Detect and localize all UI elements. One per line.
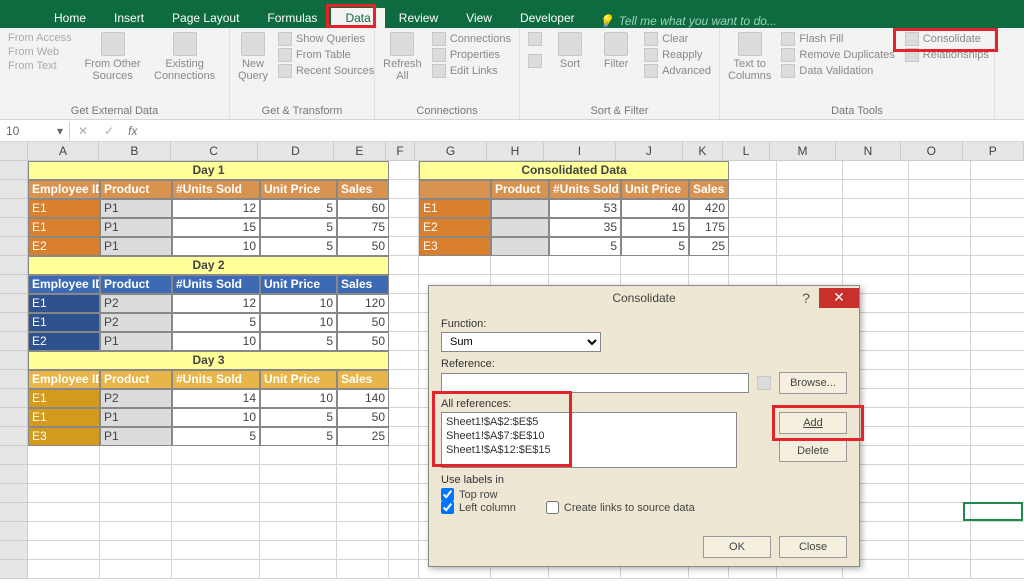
consolidate-dialog: Consolidate ? ✕ Function: Sum Reference:… [428, 285, 860, 567]
filter-icon [604, 32, 628, 56]
from-web-button[interactable]: From Web [8, 46, 72, 58]
from-other-sources-button[interactable]: From Other Sources [82, 32, 144, 82]
sort-icon [558, 32, 582, 56]
refresh-icon [390, 32, 414, 56]
dialog-close-button[interactable]: ✕ [819, 288, 859, 308]
group-label-sortfilter: Sort & Filter [528, 105, 711, 117]
group-label-transform: Get & Transform [238, 105, 366, 117]
tab-home[interactable]: Home [40, 8, 100, 28]
connections-button[interactable]: Connections [432, 32, 511, 46]
tab-insert[interactable]: Insert [100, 8, 158, 28]
group-label-datatools: Data Tools [728, 105, 986, 117]
chevron-down-icon: ▾ [57, 124, 63, 138]
tell-me-text: Tell me what you want to do... [619, 14, 777, 28]
browse-button[interactable]: Browse... [779, 372, 847, 394]
lightbulb-icon: 💡 [599, 14, 614, 28]
name-box[interactable]: 10▾ [0, 122, 70, 140]
tab-formulas[interactable]: Formulas [253, 8, 331, 28]
close-button[interactable]: Close [779, 536, 847, 558]
reapply-button[interactable]: Reapply [644, 48, 711, 62]
range-picker-icon[interactable] [757, 376, 771, 390]
delete-button[interactable]: Delete [779, 440, 847, 462]
from-table-button[interactable]: From Table [278, 48, 374, 62]
sort-asc-icon[interactable] [528, 32, 542, 46]
fx-icon[interactable]: fx [122, 124, 143, 138]
consolidate-button[interactable]: Consolidate [905, 32, 989, 46]
reference-label: Reference: [441, 358, 847, 370]
from-text-button[interactable]: From Text [8, 60, 72, 72]
new-query-icon [241, 32, 265, 56]
text-to-columns-button[interactable]: Text to Columns [728, 32, 771, 82]
existing-connections-button[interactable]: Existing Connections [154, 32, 216, 82]
relationships-button[interactable]: Relationships [905, 48, 989, 62]
sort-desc-icon[interactable] [528, 54, 542, 68]
tab-view[interactable]: View [452, 8, 506, 28]
advanced-button[interactable]: Advanced [644, 64, 711, 78]
dialog-title: Consolidate [612, 291, 675, 305]
tab-review[interactable]: Review [385, 8, 452, 28]
function-select[interactable]: Sum [441, 332, 601, 352]
t2c-icon [738, 32, 762, 56]
clear-button[interactable]: Clear [644, 32, 711, 46]
active-cell-cursor [963, 502, 1023, 521]
edit-links-button[interactable]: Edit Links [432, 64, 511, 78]
recent-sources-button[interactable]: Recent Sources [278, 64, 374, 78]
add-button[interactable]: Add [779, 412, 847, 434]
new-query-button[interactable]: New Query [238, 32, 268, 82]
tab-data[interactable]: Data [331, 8, 384, 28]
reference-input[interactable] [441, 373, 749, 393]
function-label: Function: [441, 318, 847, 330]
other-sources-icon [101, 32, 125, 56]
tab-developer[interactable]: Developer [506, 8, 589, 28]
formula-bar: 10▾ ✕ ✓ fx [0, 120, 1024, 142]
create-links-checkbox[interactable]: Create links to source data [546, 501, 695, 514]
show-queries-button[interactable]: Show Queries [278, 32, 374, 46]
ribbon-tabs: Home Insert Page Layout Formulas Data Re… [0, 6, 1024, 28]
top-row-checkbox[interactable]: Top row [441, 488, 847, 501]
tell-me-search[interactable]: 💡 Tell me what you want to do... [599, 14, 777, 28]
sort-button[interactable]: Sort [552, 32, 588, 70]
connections-icon [173, 32, 197, 56]
data-validation-button[interactable]: Data Validation [781, 64, 894, 78]
use-labels-label: Use labels in [441, 474, 847, 486]
tab-page-layout[interactable]: Page Layout [158, 8, 253, 28]
all-references-list[interactable]: Sheet1!$A$2:$E$5 Sheet1!$A$7:$E$10 Sheet… [441, 412, 737, 468]
group-label-connections: Connections [383, 105, 511, 117]
left-column-checkbox[interactable]: Left column [441, 501, 516, 514]
cancel-icon[interactable]: ✕ [70, 124, 96, 138]
all-references-label: All references: [441, 398, 847, 410]
flash-fill-button[interactable]: Flash Fill [781, 32, 894, 46]
ok-button[interactable]: OK [703, 536, 771, 558]
group-label-extdata: Get External Data [8, 105, 221, 117]
refresh-all-button[interactable]: Refresh All [383, 32, 422, 82]
ribbon: From Access From Web From Text From Othe… [0, 28, 1024, 120]
from-access-button[interactable]: From Access [8, 32, 72, 44]
dialog-help-button[interactable]: ? [793, 290, 819, 306]
filter-button[interactable]: Filter [598, 32, 634, 70]
properties-button[interactable]: Properties [432, 48, 511, 62]
enter-icon[interactable]: ✓ [96, 124, 122, 138]
remove-duplicates-button[interactable]: Remove Duplicates [781, 48, 894, 62]
